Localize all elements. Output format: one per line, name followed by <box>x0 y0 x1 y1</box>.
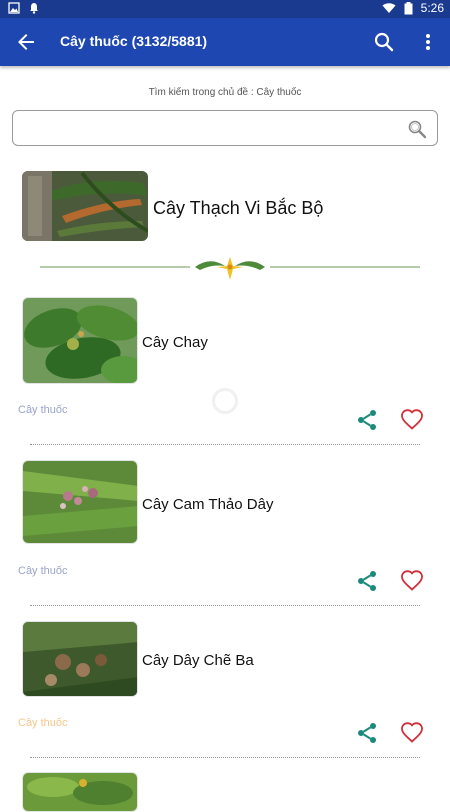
search-hint: Tìm kiếm trong chủ đề : Cây thuốc <box>148 87 302 98</box>
item-category: Cây thuốc <box>18 404 68 416</box>
item-divider <box>30 605 420 606</box>
search-box[interactable] <box>12 110 438 146</box>
featured-thumbnail <box>22 171 148 241</box>
search-icon[interactable] <box>372 30 396 54</box>
item-name: Cây Cam Thảo Dây <box>142 496 274 513</box>
item-thumbnail <box>22 772 138 812</box>
favorite-heart-icon[interactable] <box>400 569 424 593</box>
item-category: Cây thuốc <box>18 717 68 729</box>
wifi-icon <box>382 3 396 13</box>
image-icon <box>8 2 20 14</box>
featured-name: Cây Thạch Vi Bắc Bộ <box>153 198 324 218</box>
back-arrow-icon[interactable] <box>14 30 38 54</box>
list-item[interactable]: Cây Cam Thảo Dây Cây thuốc <box>0 460 450 610</box>
list-item[interactable] <box>0 772 450 812</box>
share-icon[interactable] <box>355 569 379 593</box>
notification-icon <box>30 3 38 14</box>
list-item[interactable]: Cây Chay Cây thuốc <box>0 297 450 447</box>
featured-item[interactable]: Cây Thạch Vi Bắc Bộ <box>22 171 432 243</box>
favorite-heart-icon[interactable] <box>400 408 424 432</box>
status-bar: 5:26 <box>0 0 450 18</box>
item-divider <box>30 757 420 758</box>
search-input[interactable] <box>21 117 401 139</box>
item-category: Cây thuốc <box>18 565 68 577</box>
more-vert-icon[interactable] <box>420 30 436 54</box>
status-time: 5:26 <box>420 1 444 15</box>
item-divider <box>30 444 420 445</box>
favorite-heart-icon[interactable] <box>400 721 424 745</box>
item-thumbnail <box>22 460 138 544</box>
search-icon[interactable] <box>407 119 427 139</box>
item-thumbnail <box>22 297 138 384</box>
share-icon[interactable] <box>355 721 379 745</box>
item-name: Cây Dây Chẽ Ba <box>142 652 254 669</box>
share-icon[interactable] <box>355 408 379 432</box>
page-title: Cây thuốc (3132/5881) <box>60 33 208 49</box>
list-item[interactable]: Cây Dây Chẽ Ba Cây thuốc <box>0 621 450 761</box>
item-thumbnail <box>22 621 138 697</box>
ornament-divider <box>40 257 420 280</box>
item-name: Cây Chay <box>142 334 208 351</box>
battery-icon <box>404 1 413 14</box>
loading-spinner <box>212 388 238 414</box>
app-bar: Cây thuốc (3132/5881) <box>0 18 450 66</box>
